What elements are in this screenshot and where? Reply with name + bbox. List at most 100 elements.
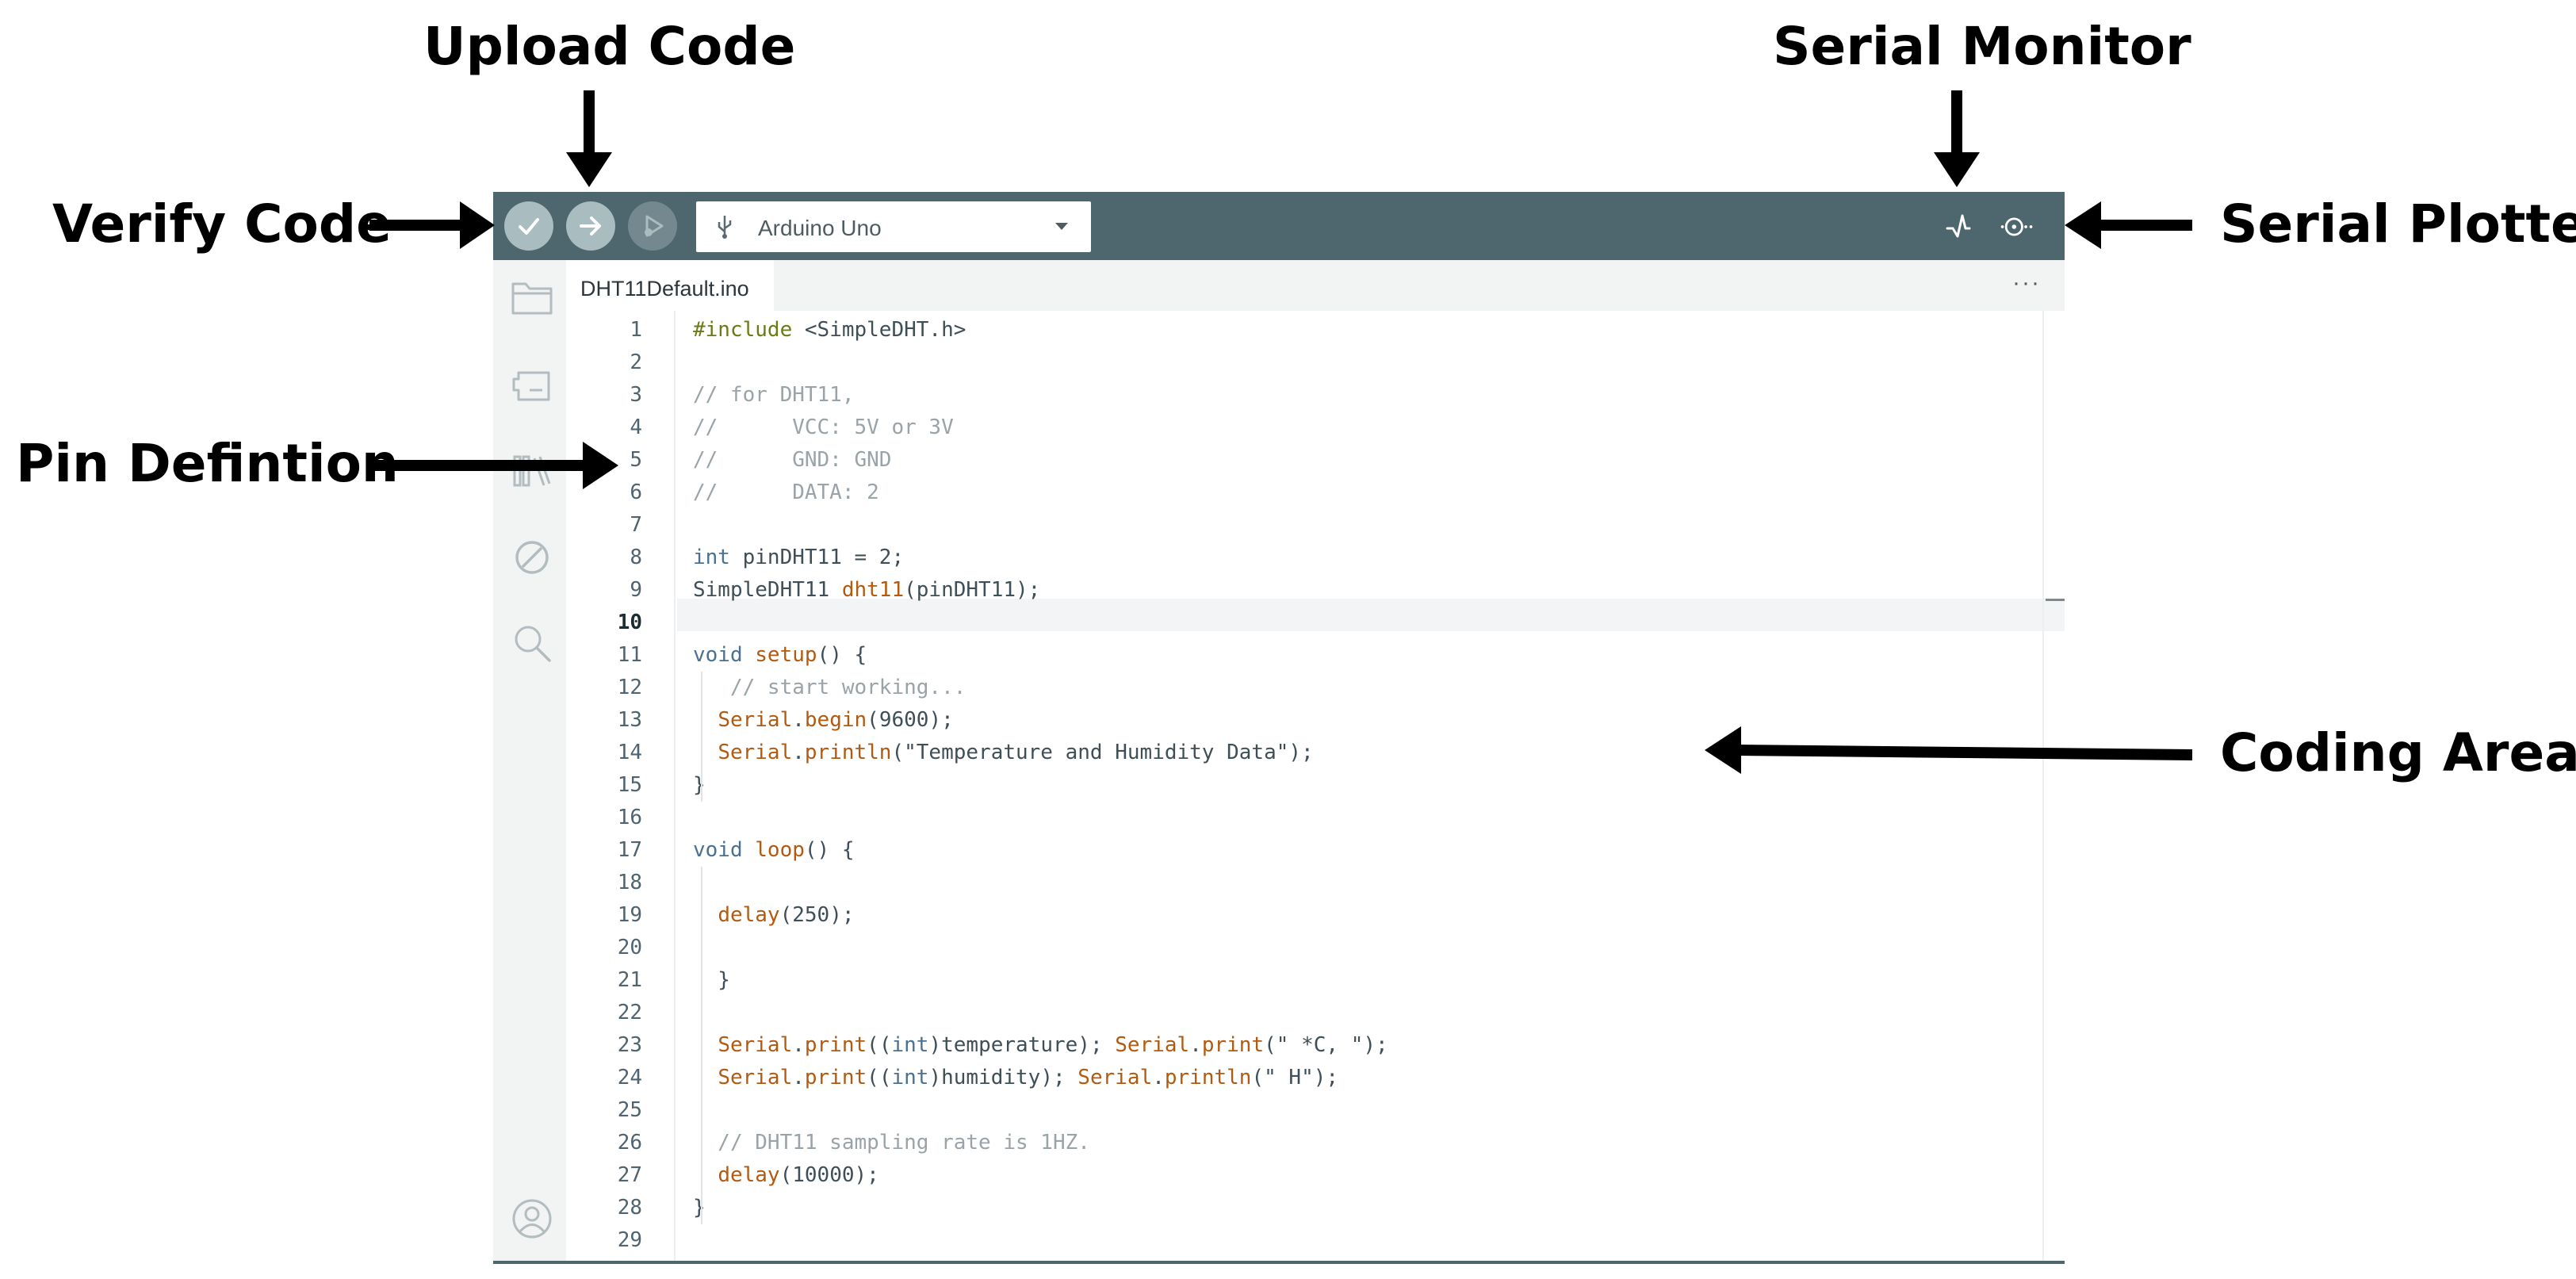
- code-token: .: [792, 708, 805, 732]
- tab-dht11default[interactable]: DHT11Default.ino: [566, 260, 774, 311]
- code-token: }: [693, 968, 730, 992]
- code-token: Serial: [718, 1033, 793, 1057]
- code-line[interactable]: int pinDHT11 = 2;: [693, 542, 904, 574]
- code-line[interactable]: // VCC: 5V or 3V: [693, 412, 954, 444]
- code-line[interactable]: SimpleDHT11 dht11(pinDHT11);: [693, 574, 1040, 607]
- library-icon: [513, 455, 551, 487]
- debug-button[interactable]: [628, 201, 677, 251]
- serial-monitor-button[interactable]: [1939, 208, 1977, 246]
- code-token: int: [891, 1066, 929, 1089]
- code-token: () {: [817, 643, 867, 667]
- code-line[interactable]: // DATA: 2: [693, 477, 879, 509]
- code-token: delay: [718, 903, 780, 927]
- code-line[interactable]: // DHT11 sampling rate is 1HZ.: [693, 1127, 1090, 1159]
- code-token: Serial: [1115, 1033, 1190, 1057]
- account-button[interactable]: [511, 1197, 553, 1240]
- code-line[interactable]: }: [693, 964, 730, 997]
- code-token: .: [792, 1066, 805, 1089]
- line-number: 23: [617, 1033, 642, 1057]
- board-selector[interactable]: Arduino Uno: [696, 201, 1091, 252]
- line-number: 8: [630, 546, 642, 569]
- code-token: setup: [755, 643, 817, 667]
- search-button[interactable]: [511, 622, 553, 664]
- code-token: .: [1189, 1033, 1202, 1057]
- code-line[interactable]: void setup() {: [693, 639, 867, 672]
- code-token: // VCC: 5V or 3V: [693, 415, 954, 439]
- code-token: () {: [804, 838, 855, 862]
- arduino-ide-window: Arduino Uno DHT11Default.ino ··· 1 2 3 4…: [493, 192, 2065, 1264]
- line-number: 22: [617, 1001, 642, 1024]
- code-token: dht11: [841, 578, 905, 602]
- debug-panel-button[interactable]: [511, 536, 553, 579]
- code-token: (" *C, ");: [1264, 1033, 1388, 1057]
- code-token: .: [792, 741, 805, 764]
- tab-filename: DHT11Default.ino: [580, 277, 749, 301]
- code-editor[interactable]: 1 2 3 4 5 6 7 8 9 10 11 12 13 14 15 16 17 18 19 20 21 22 23 24 2…: [566, 311, 2065, 1264]
- code-token: Serial: [718, 741, 793, 764]
- code-line[interactable]: Serial.begin(9600);: [693, 704, 953, 737]
- code-token: loop: [755, 838, 805, 862]
- board-name: Arduino Uno: [758, 216, 882, 240]
- line-number: 28: [617, 1196, 642, 1220]
- chevron-down-icon: [1055, 223, 1068, 230]
- code-line[interactable]: void loop() {: [693, 834, 855, 867]
- search-icon: [515, 626, 551, 662]
- code-line[interactable]: #include <SimpleDHT.h>: [693, 314, 966, 347]
- code-token: (pinDHT11);: [904, 578, 1041, 602]
- line-number: 15: [617, 773, 642, 797]
- code-token: .: [792, 1033, 805, 1057]
- code-token: int: [891, 1033, 929, 1057]
- code-token: // DHT11 sampling rate is 1HZ.: [693, 1131, 1090, 1155]
- line-number: 19: [617, 903, 642, 927]
- line-number: 4: [630, 415, 642, 439]
- serial-plotter-label: Serial Plotter: [2220, 193, 2576, 255]
- code-line[interactable]: // start working...: [693, 672, 966, 704]
- serial-monitor-label: Serial Monitor: [1773, 16, 2191, 77]
- line-number: 11: [617, 643, 642, 667]
- toolbar: Arduino Uno: [493, 192, 2065, 260]
- line-number: 25: [617, 1098, 642, 1122]
- code-token: void: [693, 838, 743, 862]
- line-number: 18: [617, 871, 642, 894]
- indent-guide: [701, 867, 702, 1224]
- code-token: .: [1152, 1066, 1165, 1089]
- line-number: 2: [630, 350, 642, 374]
- code-line[interactable]: Serial.print((int)humidity); Serial.prin…: [693, 1062, 1338, 1094]
- line-number: 9: [630, 578, 642, 602]
- line-number: 1: [630, 318, 642, 342]
- code-line[interactable]: delay(250);: [693, 899, 854, 932]
- account-icon: [512, 1199, 552, 1239]
- pin-definition-label: Pin Defintion: [16, 433, 399, 494]
- code-line[interactable]: // for DHT11,: [693, 379, 855, 412]
- scroll-position-marker[interactable]: [2046, 599, 2065, 601]
- code-token: ((: [867, 1033, 892, 1057]
- library-manager-button[interactable]: [511, 449, 553, 492]
- boards-manager-button[interactable]: [511, 363, 553, 406]
- verify-button[interactable]: [504, 201, 553, 251]
- upload-button[interactable]: [566, 201, 615, 251]
- code-token: }: [693, 1196, 706, 1220]
- editor-scroll-edge: [2042, 311, 2044, 1264]
- upload-code-label: Upload Code: [423, 16, 796, 77]
- code-line[interactable]: delay(10000);: [693, 1159, 879, 1192]
- verify-code-label: Verify Code: [52, 193, 392, 255]
- sketchbook-button[interactable]: [511, 276, 553, 319]
- code-line[interactable]: }: [693, 1192, 706, 1224]
- code-line[interactable]: }: [693, 769, 706, 802]
- more-options-icon[interactable]: ···: [2012, 270, 2041, 297]
- code-token: ("Temperature and Humidity Data");: [891, 741, 1314, 764]
- line-number: 6: [630, 481, 642, 504]
- code-line[interactable]: Serial.print((int)temperature); Serial.p…: [693, 1029, 1388, 1062]
- code-token: // for DHT11,: [693, 383, 855, 407]
- code-token: }: [693, 773, 706, 797]
- serial-plotter-button[interactable]: [1998, 208, 2036, 246]
- code-line[interactable]: // GND: GND: [693, 444, 891, 477]
- code-token: println: [1164, 1066, 1252, 1089]
- code-line[interactable]: Serial.println("Temperature and Humidity…: [693, 737, 1314, 769]
- code-token: Serial: [718, 1066, 793, 1089]
- line-number: 14: [617, 741, 642, 764]
